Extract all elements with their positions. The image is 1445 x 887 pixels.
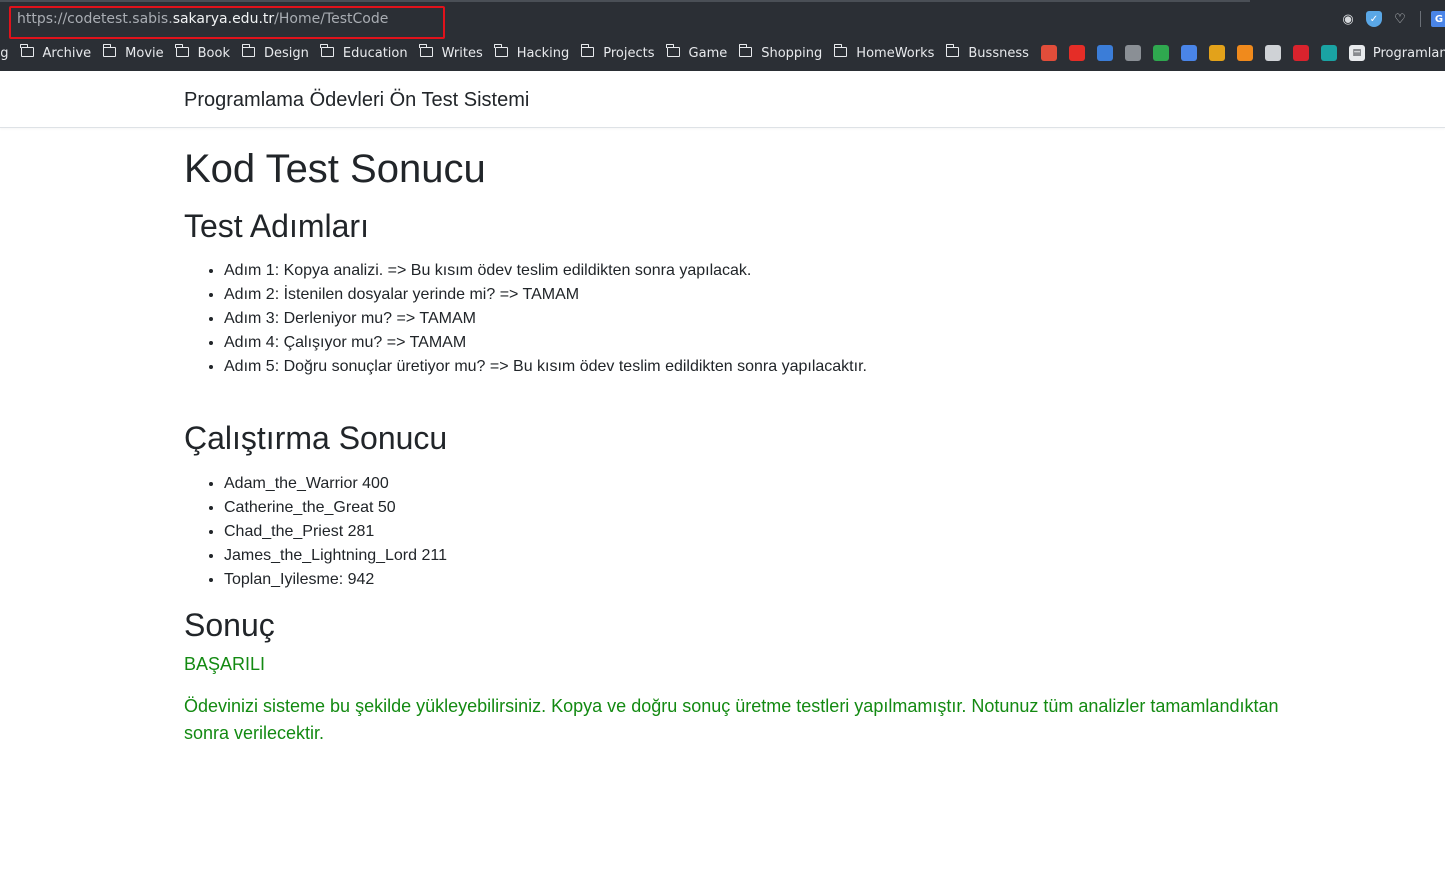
translate-icon[interactable]: [1180, 45, 1197, 61]
bing-icon[interactable]: [1320, 45, 1337, 61]
bookmark-label: Design: [264, 45, 309, 61]
bookmark-folder-education[interactable]: Education: [320, 44, 408, 61]
site-navbar: Programlama Ödevleri Ön Test Sistemi: [0, 71, 1445, 128]
heart-icon[interactable]: ♡: [1392, 11, 1408, 27]
shield-icon[interactable]: ✓: [1366, 11, 1382, 27]
bookmark-folder-shopping[interactable]: Shopping: [738, 44, 823, 61]
bookmark-folder-archive[interactable]: Archive: [20, 44, 92, 61]
bookmark-label: Archive: [42, 45, 92, 61]
bookmark-label: Writes: [441, 45, 483, 61]
bookmark-label: Book: [197, 45, 230, 61]
folder-icon: [419, 44, 433, 57]
folder-icon: [580, 44, 595, 57]
list-item: Catherine_the_Great 50: [224, 496, 1284, 520]
tab-strip-line: [0, 0, 1250, 2]
list-item: Adım 1: Kopya analizi. => Bu kısım ödev …: [224, 259, 1284, 283]
folder-icon: [833, 44, 848, 57]
gmail-icon[interactable]: [1040, 45, 1057, 61]
bookmark-label: Bussness: [968, 45, 1029, 61]
bookmark-folder-game[interactable]: Game: [666, 44, 728, 61]
folder-icon: [20, 44, 34, 57]
folder-icon: [494, 44, 508, 57]
bookmark-folder-homeworks[interactable]: HomeWorks: [833, 44, 935, 61]
list-item: Adım 5: Doğru sonuçlar üretiyor mu? => B…: [224, 355, 1284, 379]
address-bar[interactable]: https://codetest.sabis.sakarya.edu.tr/Ho…: [0, 3, 1325, 39]
url-prefix: https://codetest.sabis.: [17, 11, 173, 27]
list-item: Adım 3: Derleniyor mu? => TAMAM: [224, 307, 1284, 331]
toolbar-icons: ◉ ✓ ♡ G: [1330, 8, 1445, 30]
camera-icon[interactable]: ◉: [1340, 11, 1356, 27]
bookmark-label: HomeWorks: [856, 45, 935, 61]
toolbar-separator: [1420, 11, 1421, 27]
github-icon[interactable]: [1124, 45, 1141, 61]
codewars-icon[interactable]: [1152, 45, 1169, 61]
url-path: /Home/TestCode: [274, 11, 389, 27]
run-heading: Çalıştırma Sonucu: [184, 420, 448, 457]
folder-icon: [666, 44, 680, 57]
list-item: Adım 4: Çalışıyor mu? => TAMAM: [224, 331, 1284, 355]
wordpress-icon[interactable]: [1096, 45, 1113, 61]
browser-chrome: https://codetest.sabis.sakarya.edu.tr/Ho…: [0, 0, 1445, 71]
list-item: Toplan_Iyilesme: 942: [224, 568, 1284, 592]
bookmarks-bar: ng Archive Movie Book Design Education W…: [0, 42, 1445, 64]
bookmark-label: Projects: [603, 45, 655, 61]
result-heading: Sonuç: [184, 606, 275, 643]
result-status: BAŞARILI: [184, 654, 266, 675]
bookmark-item[interactable]: ng: [0, 46, 9, 61]
folder-icon: [175, 44, 189, 57]
translate-icon[interactable]: G: [1431, 11, 1445, 27]
main-content: Kod Test Sonucu Test Adımları Adım 1: Ko…: [184, 140, 1284, 747]
bookmark-label: Game: [688, 45, 728, 61]
bookmark-folder-writes[interactable]: Writes: [419, 44, 483, 61]
bookmark-folder-book[interactable]: Book: [175, 44, 230, 61]
t-icon[interactable]: [1236, 45, 1253, 61]
page-title: Kod Test Sonucu: [184, 147, 486, 191]
bookmark-label: Shopping: [761, 45, 823, 61]
list-item: Chad_the_Priest 281: [224, 520, 1284, 544]
folder-icon: [241, 44, 255, 57]
steps-list: Adım 1: Kopya analizi. => Bu kısım ödev …: [224, 259, 1284, 379]
url-text[interactable]: https://codetest.sabis.sakarya.edu.tr/Ho…: [17, 11, 388, 27]
list-item: James_the_Lightning_Lord 211: [224, 544, 1284, 568]
page-icon: ▤: [1348, 45, 1365, 61]
cn-icon[interactable]: [1208, 45, 1225, 61]
bookmark-label: ng: [0, 45, 9, 61]
bookmark-folder-hacking[interactable]: Hacking: [494, 44, 570, 61]
folder-icon: [320, 44, 334, 57]
bookmark-folder-movie[interactable]: Movie: [102, 44, 164, 61]
folder-icon: [945, 44, 960, 57]
speed-icon[interactable]: [1264, 45, 1281, 61]
folder-icon: [738, 44, 753, 57]
bookmark-folder-design[interactable]: Design: [241, 44, 309, 61]
bookmark-label: Programlama: [1372, 45, 1445, 61]
folder-icon: [102, 44, 117, 57]
bookmark-folder-bussness[interactable]: Bussness: [945, 44, 1029, 61]
favicon-bookmarks: [1040, 45, 1349, 61]
bookmark-label: Education: [342, 45, 408, 61]
bookmark-programlama[interactable]: ▤ Programlama: [1348, 45, 1445, 61]
run-results-list: Adam_the_Warrior 400 Catherine_the_Great…: [224, 472, 1284, 592]
list-item: Adım 2: İstenilen dosyalar yerinde mi? =…: [224, 283, 1284, 307]
result-message: Ödevinizi sisteme bu şekilde yükleyebili…: [184, 696, 1279, 744]
huawei-icon[interactable]: [1292, 45, 1309, 61]
bookmark-label: Movie: [125, 45, 164, 61]
bookmark-folder-projects[interactable]: Projects: [580, 44, 655, 61]
url-host: sakarya.edu.tr: [172, 11, 275, 27]
youtube-icon[interactable]: [1068, 45, 1085, 61]
list-item: Adam_the_Warrior 400: [224, 472, 1284, 496]
bookmark-label: Hacking: [516, 45, 570, 61]
site-brand-link[interactable]: Programlama Ödevleri Ön Test Sistemi: [184, 89, 529, 112]
steps-heading: Test Adımları: [184, 208, 369, 244]
